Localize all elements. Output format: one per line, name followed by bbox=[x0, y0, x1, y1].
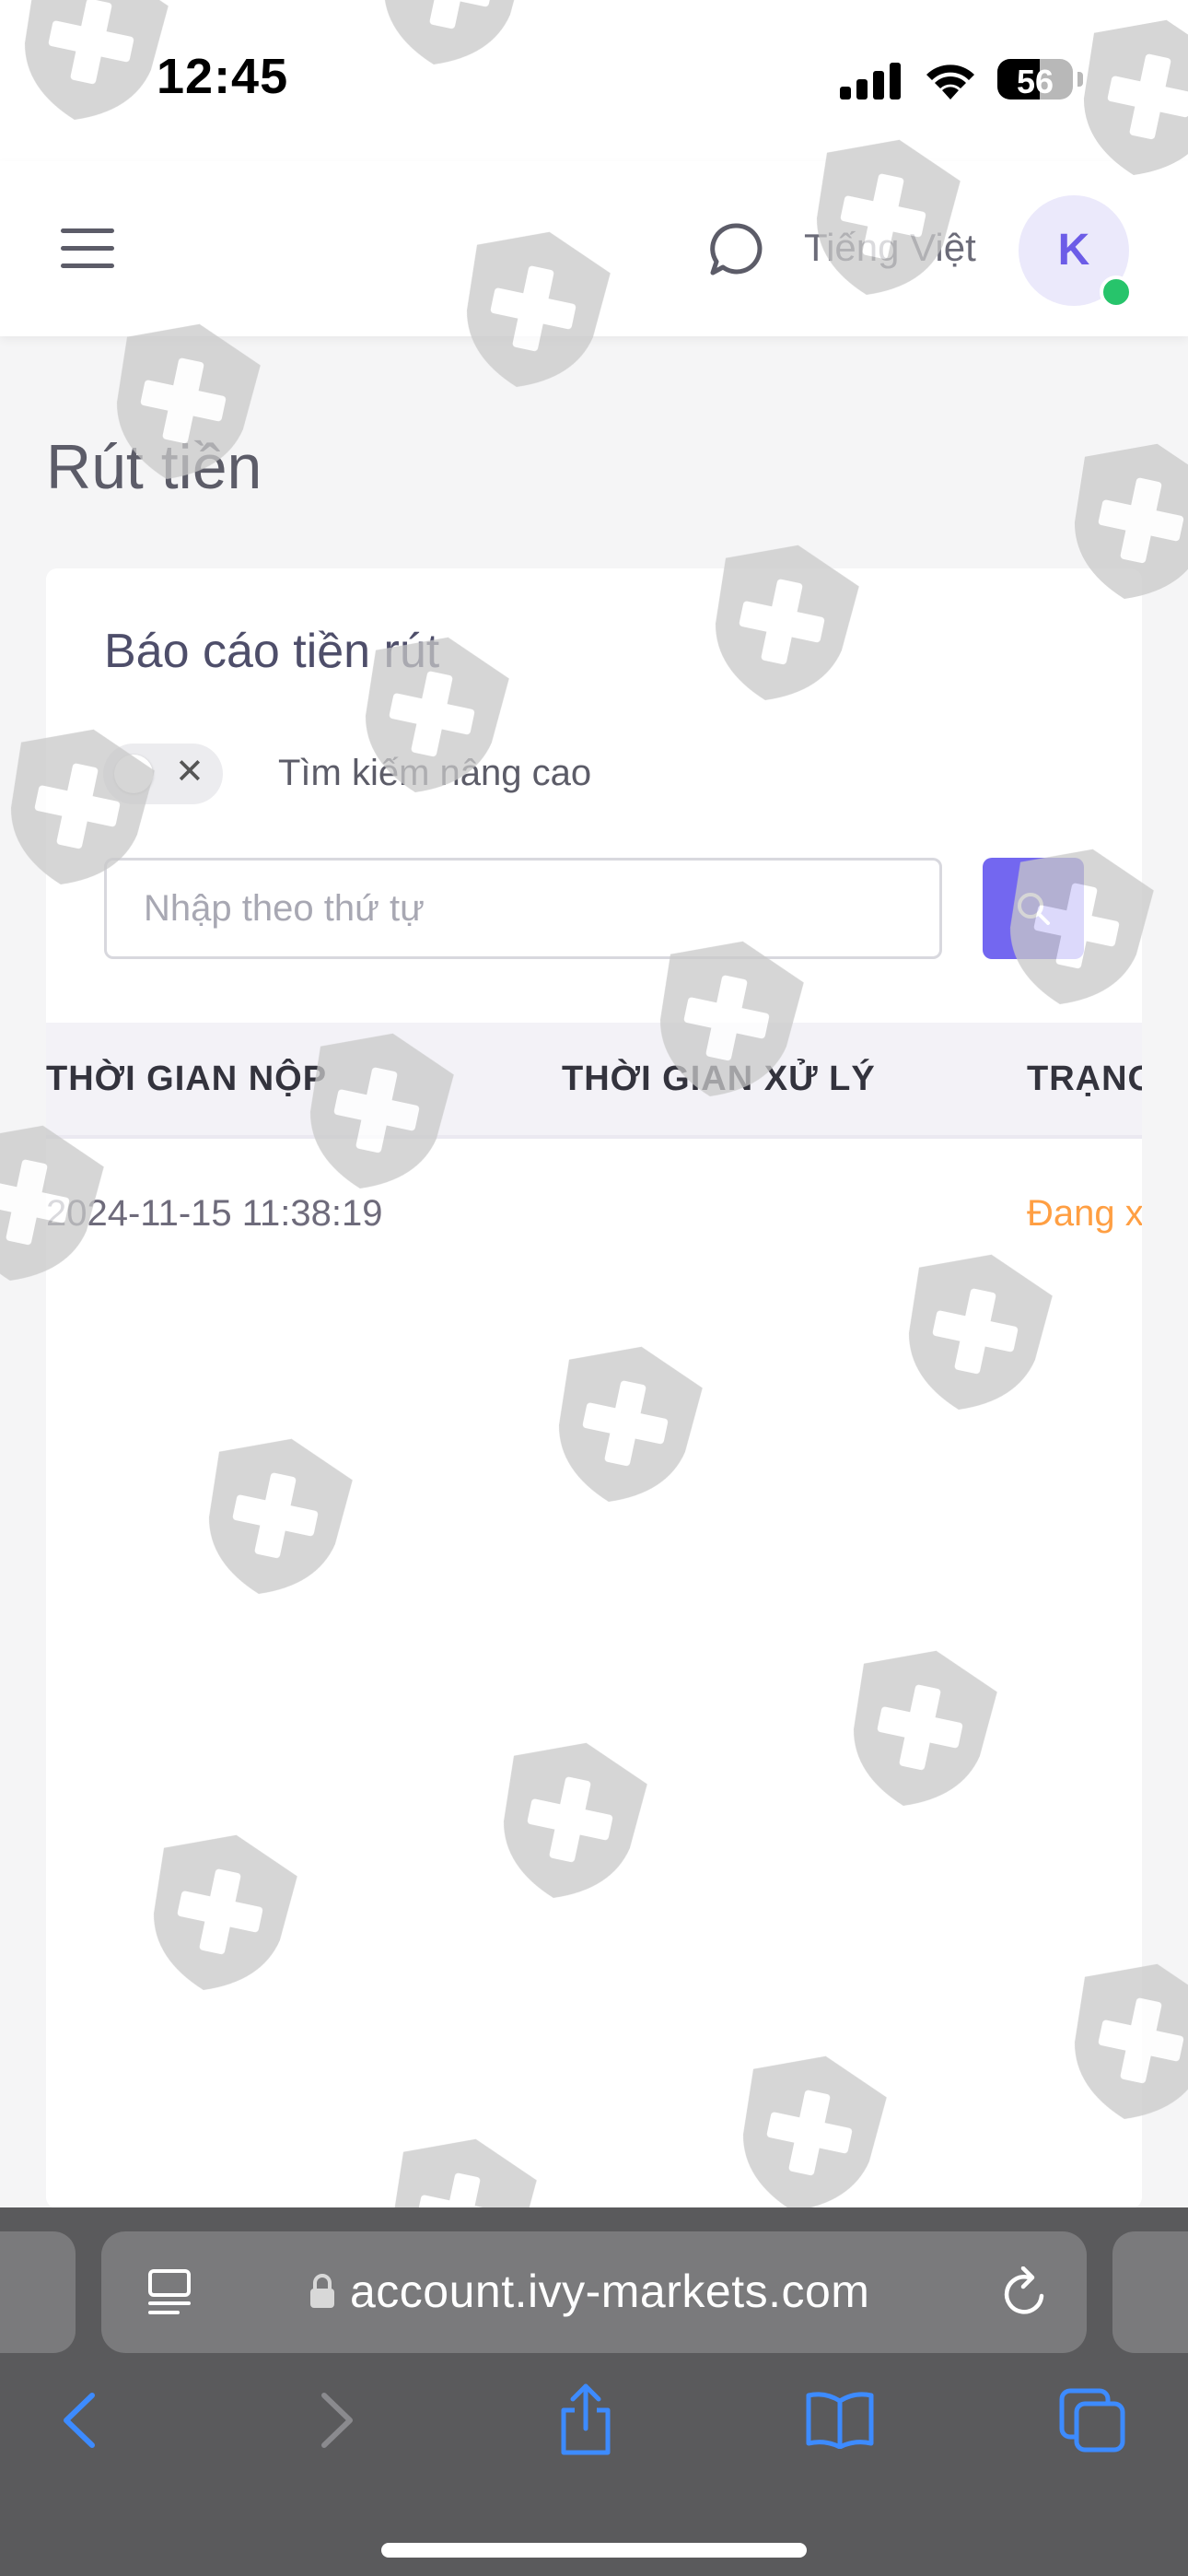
close-icon: ✕ bbox=[175, 753, 204, 791]
chat-icon[interactable] bbox=[707, 221, 764, 278]
battery-percent: 56 bbox=[1016, 63, 1054, 100]
battery-tip bbox=[1077, 72, 1083, 87]
address-bar[interactable]: account.ivy-markets.com bbox=[101, 2231, 1087, 2353]
app-header: Tiếng Việt K bbox=[0, 161, 1188, 336]
page-title: Rút tiền bbox=[46, 432, 262, 502]
battery-icon: 56 bbox=[997, 59, 1073, 100]
search-icon bbox=[1018, 893, 1050, 925]
back-icon[interactable] bbox=[61, 2392, 98, 2449]
browser-toolbar: account.ivy-markets.com bbox=[0, 2207, 1188, 2576]
status-bar: 12:45 56 bbox=[0, 0, 1188, 161]
card-title: Báo cáo tiền rút bbox=[104, 625, 440, 678]
cellular-signal-icon bbox=[840, 63, 901, 100]
advanced-search-toggle[interactable]: ✕ bbox=[103, 744, 223, 804]
next-tab-preview[interactable] bbox=[1112, 2231, 1188, 2353]
reload-icon[interactable] bbox=[1001, 2266, 1049, 2318]
url-text[interactable]: account.ivy-markets.com bbox=[350, 2265, 869, 2318]
page-menu-icon[interactable] bbox=[147, 2268, 192, 2318]
cell-status: Đang x bbox=[1027, 1193, 1142, 1234]
lock-icon bbox=[310, 2274, 334, 2308]
wifi-icon bbox=[926, 64, 974, 100]
forward-icon[interactable] bbox=[319, 2392, 355, 2449]
avatar-initial: K bbox=[1057, 226, 1090, 275]
status-time: 12:45 bbox=[157, 49, 289, 104]
column-header-status[interactable]: TRẠNG bbox=[1027, 1060, 1142, 1099]
cell-submit-time: 2024-11-15 11:38:19 bbox=[46, 1193, 383, 1234]
column-header-process-time[interactable]: THỜI GIAN XỬ LÝ bbox=[562, 1060, 876, 1099]
table-header: THỜI GIAN NỘP THỜI GIAN XỬ LÝ TRẠNG bbox=[46, 1023, 1142, 1139]
bookmarks-icon[interactable] bbox=[805, 2390, 875, 2449]
previous-tab-preview[interactable] bbox=[0, 2231, 76, 2353]
home-indicator[interactable] bbox=[381, 2543, 807, 2558]
column-header-submit-time[interactable]: THỜI GIAN NỘP bbox=[46, 1060, 327, 1099]
toggle-knob bbox=[114, 755, 153, 793]
share-icon[interactable] bbox=[556, 2383, 615, 2456]
table-row[interactable]: 2024-11-15 11:38:19 Đang x bbox=[46, 1140, 1142, 1278]
search-input[interactable] bbox=[104, 858, 942, 959]
language-selector[interactable]: Tiếng Việt bbox=[804, 226, 976, 270]
advanced-search-label: Tìm kiếm nâng cao bbox=[278, 753, 592, 793]
tabs-icon[interactable] bbox=[1059, 2388, 1125, 2453]
withdrawal-report-card: Báo cáo tiền rút ✕ Tìm kiếm nâng cao THỜ… bbox=[46, 568, 1142, 2208]
hamburger-menu-icon[interactable] bbox=[61, 228, 114, 269]
online-status-dot bbox=[1100, 275, 1133, 309]
search-button[interactable] bbox=[983, 858, 1084, 959]
